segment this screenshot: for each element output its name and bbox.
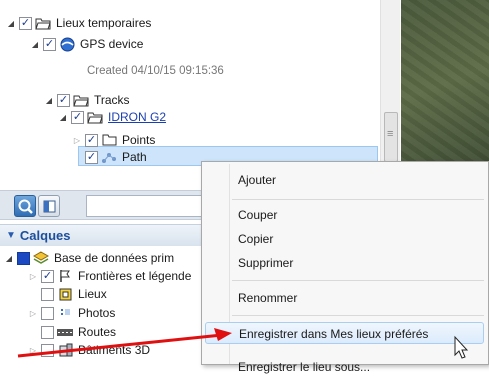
places-square-icon — [57, 287, 73, 301]
collapse-arrow-icon[interactable]: ◢ — [44, 95, 54, 105]
menu-item-copier[interactable]: Copier — [234, 228, 484, 250]
gps-globe-icon — [59, 37, 75, 51]
tree-label-path: Path — [122, 150, 147, 164]
menu-separator — [232, 280, 484, 281]
expand-arrow-icon[interactable]: ▷ — [28, 271, 38, 281]
checkbox[interactable] — [19, 16, 32, 30]
tree-label-points: Points — [122, 133, 156, 147]
road-icon — [57, 325, 73, 339]
collapse-arrow-icon[interactable]: ◢ — [6, 18, 16, 28]
layer-row-base[interactable]: ◢ Base de données prim — [4, 249, 174, 267]
tree-label-gps-device: GPS device — [80, 37, 144, 51]
collapse-arrow-icon[interactable]: ◢ — [58, 112, 68, 122]
checkbox[interactable] — [41, 325, 54, 339]
expand-arrow-icon[interactable]: ▷ — [28, 345, 38, 355]
tree-node-points[interactable]: ▷ Points — [72, 131, 155, 149]
layer-label: Lieux — [78, 287, 107, 301]
layer-label: Bâtiments 3D — [78, 343, 151, 357]
magnifier-icon — [18, 199, 33, 214]
building-icon — [57, 343, 73, 357]
created-label: Created 04/10/15 09:15:36 — [87, 65, 224, 77]
layer-label: Base de données prim — [54, 251, 175, 265]
search-button[interactable] — [14, 195, 36, 217]
folder-icon — [101, 133, 117, 147]
layers-stack-icon — [33, 251, 49, 265]
tree-label-lieux-temporaires: Lieux temporaires — [56, 16, 152, 30]
layer-row-routes[interactable]: Routes — [28, 323, 116, 341]
path-track-icon — [101, 150, 117, 164]
checkbox[interactable] — [85, 133, 98, 147]
checkbox[interactable] — [41, 343, 54, 357]
layer-label: Photos — [78, 306, 116, 320]
checkbox[interactable] — [41, 306, 54, 320]
panel-icon — [43, 200, 56, 213]
checkbox-partial[interactable] — [17, 251, 30, 265]
menu-item-enregistrer-favoris[interactable]: Enregistrer dans Mes lieux préférés — [205, 322, 484, 344]
created-timestamp: Created 04/10/15 09:15:36 — [87, 62, 224, 80]
folder-open-icon — [35, 16, 51, 30]
expand-arrow-icon[interactable]: ▷ — [28, 308, 38, 318]
folder-open-icon — [87, 110, 103, 124]
layers-title: Calques — [19, 228, 71, 243]
collapse-triangle-icon[interactable]: ▼ — [6, 230, 16, 241]
tree-node-lieux-temporaires[interactable]: ◢ Lieux temporaires — [6, 14, 151, 32]
menu-separator — [232, 315, 484, 316]
scroll-thumb[interactable] — [384, 112, 398, 162]
context-menu: Ajouter Couper Copier Supprimer Renommer… — [201, 161, 489, 374]
menu-separator — [232, 199, 484, 200]
panel-toggle-button[interactable] — [38, 195, 60, 217]
layer-row-batiments[interactable]: ▷ Bâtiments 3D — [28, 341, 150, 359]
photo-icon — [57, 306, 73, 320]
checkbox[interactable] — [41, 287, 54, 301]
tree-node-gps-device[interactable]: ◢ GPS device — [30, 35, 143, 53]
tree-label-tracks: Tracks — [94, 93, 130, 107]
folder-open-icon — [73, 93, 89, 107]
layer-row-frontieres[interactable]: ▷ Frontières et légende — [28, 267, 191, 285]
menu-item-enregistrer-sous[interactable]: Enregistrer le lieu sous... — [234, 356, 484, 378]
checkbox[interactable] — [57, 93, 70, 107]
expand-arrow-icon[interactable]: ▷ — [72, 135, 82, 145]
layer-row-lieux[interactable]: Lieux — [28, 285, 107, 303]
checkbox[interactable] — [41, 269, 54, 283]
menu-item-couper[interactable]: Couper — [234, 204, 484, 226]
checkbox[interactable] — [71, 110, 84, 124]
layer-row-photos[interactable]: ▷ Photos — [28, 304, 115, 322]
tree-label-idron[interactable]: IDRON G2 — [108, 110, 166, 124]
collapse-arrow-icon[interactable]: ◢ — [4, 253, 14, 263]
collapse-arrow-icon[interactable]: ◢ — [30, 39, 40, 49]
checkbox[interactable] — [43, 37, 56, 51]
menu-item-supprimer[interactable]: Supprimer — [234, 252, 484, 274]
tree-node-tracks[interactable]: ◢ Tracks — [44, 91, 130, 109]
layer-label: Frontières et légende — [78, 269, 192, 283]
menu-item-renommer[interactable]: Renommer — [234, 287, 484, 309]
checkbox[interactable] — [85, 150, 98, 164]
layer-label: Routes — [78, 325, 117, 339]
flag-icon — [57, 269, 73, 283]
menu-item-ajouter[interactable]: Ajouter — [234, 169, 484, 191]
tree-node-path[interactable]: Path — [85, 148, 147, 166]
tree-node-idron[interactable]: ◢ IDRON G2 — [58, 108, 166, 126]
